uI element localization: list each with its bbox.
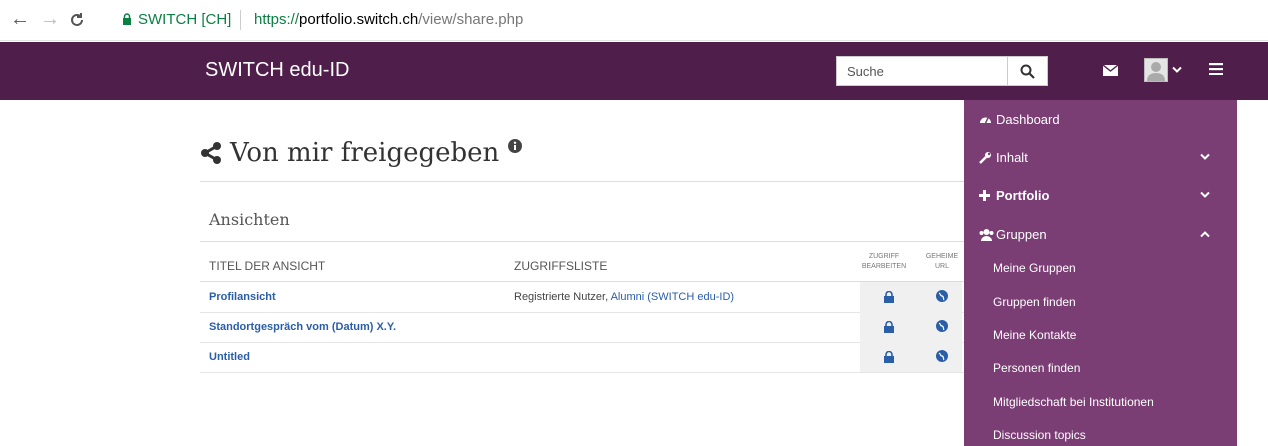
divider <box>200 181 980 182</box>
search-button[interactable] <box>1008 56 1048 86</box>
chevron-down-icon <box>1200 191 1210 198</box>
submenu-item-gruppen-finden[interactable]: Gruppen finden <box>993 295 1076 309</box>
browser-toolbar: ← → SWITCH [CH] https://portfolio.switch… <box>0 0 1268 41</box>
column-header-access: Zugriffsliste <box>514 259 608 273</box>
search-input[interactable] <box>836 56 1008 86</box>
submenu-item-discussion-topics[interactable]: Discussion topics <box>993 428 1086 442</box>
column-header-edit-access: Zugriff bearbeiten <box>861 253 907 270</box>
site-header: SWITCH edu-ID <box>0 42 1268 100</box>
globe-icon[interactable] <box>936 350 948 362</box>
site-identity: SWITCH [CH] <box>138 11 232 28</box>
chevron-down-icon[interactable] <box>1172 66 1182 74</box>
secure-lock-icon <box>123 13 131 25</box>
view-link[interactable]: Profilansicht <box>209 291 276 303</box>
wrench-icon <box>979 152 991 164</box>
submenu-item-mitgliedschaft[interactable]: Mitgliedschaft bei Institutionen <box>993 395 1154 409</box>
user-icon <box>1147 62 1165 81</box>
lock-icon[interactable] <box>884 321 894 333</box>
lock-icon[interactable] <box>884 291 894 303</box>
back-arrow-icon[interactable]: ← <box>10 9 30 29</box>
chevron-up-icon <box>1200 231 1210 238</box>
lock-icon[interactable] <box>884 351 894 363</box>
access-link[interactable]: Alumni (SWITCH edu-ID) <box>611 291 734 303</box>
plus-icon <box>979 190 990 201</box>
page-heading: Von mir freigegeben <box>200 138 499 168</box>
users-icon <box>979 229 994 241</box>
view-link[interactable]: Untitled <box>209 351 250 363</box>
avatar[interactable] <box>1144 58 1168 82</box>
reload-icon[interactable] <box>68 11 86 29</box>
section-heading: Ansichten <box>209 210 290 229</box>
globe-icon[interactable] <box>936 290 948 302</box>
table-row: Standortgespräch vom (Datum) X.Y. <box>200 312 980 343</box>
separator <box>240 10 241 30</box>
search-icon <box>1020 64 1035 79</box>
menu-icon[interactable] <box>1209 63 1223 75</box>
mail-icon[interactable] <box>1103 65 1118 76</box>
main-nav-dropdown: Dashboard Inhalt Portfolio Gruppen Meine… <box>964 100 1237 446</box>
submenu-item-personen-finden[interactable]: Personen finden <box>993 361 1080 375</box>
table-row: Profilansicht Registrierte Nutzer, Alumn… <box>200 282 980 313</box>
info-icon[interactable] <box>508 139 522 153</box>
access-list: Registrierte Nutzer, Alumni (SWITCH edu-… <box>514 291 735 303</box>
brand-link[interactable]: SWITCH edu-ID <box>205 59 349 82</box>
divider <box>200 241 980 242</box>
table-row: Untitled <box>200 342 980 373</box>
forward-arrow-icon[interactable]: → <box>40 9 60 29</box>
dashboard-icon <box>980 117 991 124</box>
share-icon <box>201 142 221 164</box>
submenu-item-meine-kontakte[interactable]: Meine Kontakte <box>993 328 1076 342</box>
address-bar[interactable]: https://portfolio.switch.ch/view/share.p… <box>254 11 523 28</box>
view-link[interactable]: Standortgespräch vom (Datum) X.Y. <box>209 321 396 333</box>
page-title: Von mir freigegeben <box>230 138 500 168</box>
chevron-down-icon <box>1200 153 1210 160</box>
globe-icon[interactable] <box>936 320 948 332</box>
submenu-item-meine-gruppen[interactable]: Meine Gruppen <box>993 261 1076 275</box>
column-header-title: Titel der Ansicht <box>209 259 326 273</box>
column-header-secret-url: Geheime URL <box>925 253 959 270</box>
